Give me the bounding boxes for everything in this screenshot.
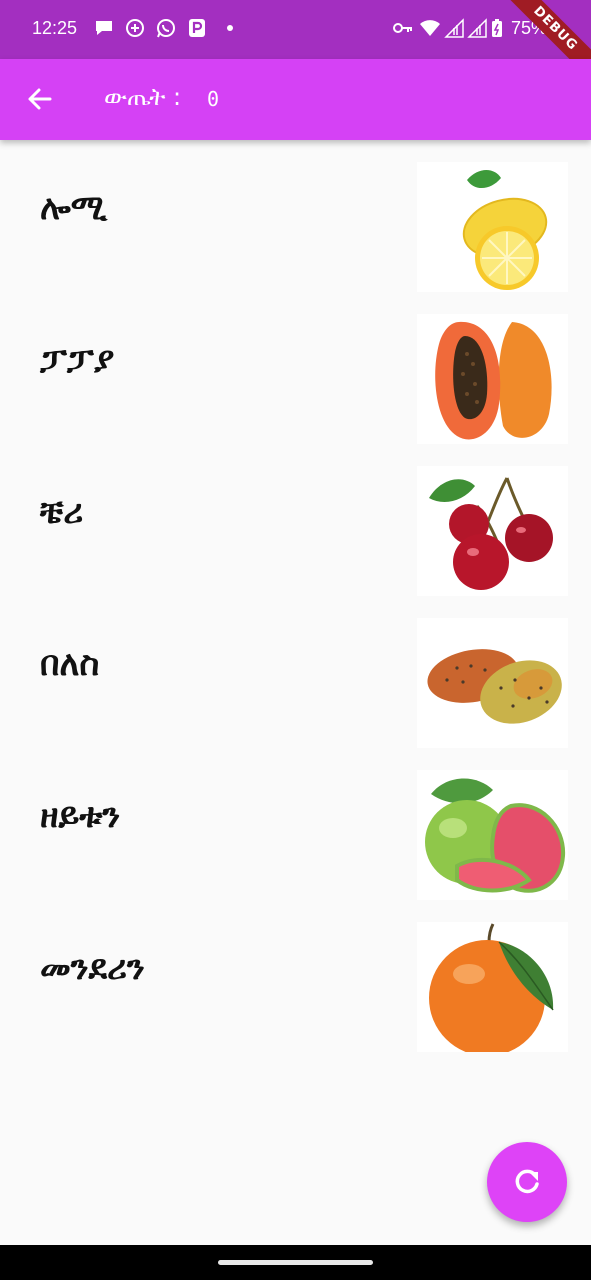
orange-image [417, 922, 568, 1052]
dot-icon [227, 25, 233, 31]
list-item[interactable]: በለስ [0, 596, 591, 748]
page-title: ውጤት : [104, 83, 182, 111]
key-icon [393, 23, 412, 33]
app-bar: ውጤት : 0 [0, 59, 591, 140]
navigation-bar [0, 1245, 591, 1280]
list-item[interactable]: ዘይቱን [0, 748, 591, 900]
arrow-back-icon[interactable] [20, 79, 60, 119]
score-value: 0 [207, 87, 220, 111]
lemon-image [417, 162, 568, 292]
status-time: 12:25 [32, 18, 78, 38]
fruit-label: ዘይቱን [40, 796, 121, 836]
fruit-label: ሎሚ [40, 188, 108, 228]
wifi-icon [420, 20, 440, 36]
home-indicator[interactable] [218, 1260, 373, 1265]
battery-icon [492, 19, 502, 37]
fruit-label: ፓፓያ [40, 340, 115, 380]
refresh-icon [515, 1169, 539, 1194]
guava-image [417, 770, 568, 900]
status-bar: 12:25 75% [0, 0, 591, 59]
chat-bubble-icon [96, 21, 112, 35]
list-item[interactable]: ሎሚ [0, 140, 591, 292]
papaya-image [417, 314, 568, 444]
list-item[interactable]: ቼሪ [0, 444, 591, 596]
add-circle-icon [126, 19, 144, 37]
prickly-pear-image [417, 618, 568, 748]
fruit-label: ቼሪ [40, 492, 84, 532]
cherry-image [417, 466, 568, 596]
whatsapp-icon [157, 19, 175, 38]
list-item[interactable]: ፓፓያ [0, 292, 591, 444]
fruit-label: በለስ [40, 644, 100, 684]
list-item[interactable]: መንደሪን [0, 900, 591, 1052]
p-app-icon [189, 19, 205, 37]
signal-icon [467, 18, 487, 38]
signal-icon [444, 18, 464, 38]
refresh-button[interactable] [487, 1142, 567, 1222]
fruit-label: መንደሪን [40, 948, 145, 988]
